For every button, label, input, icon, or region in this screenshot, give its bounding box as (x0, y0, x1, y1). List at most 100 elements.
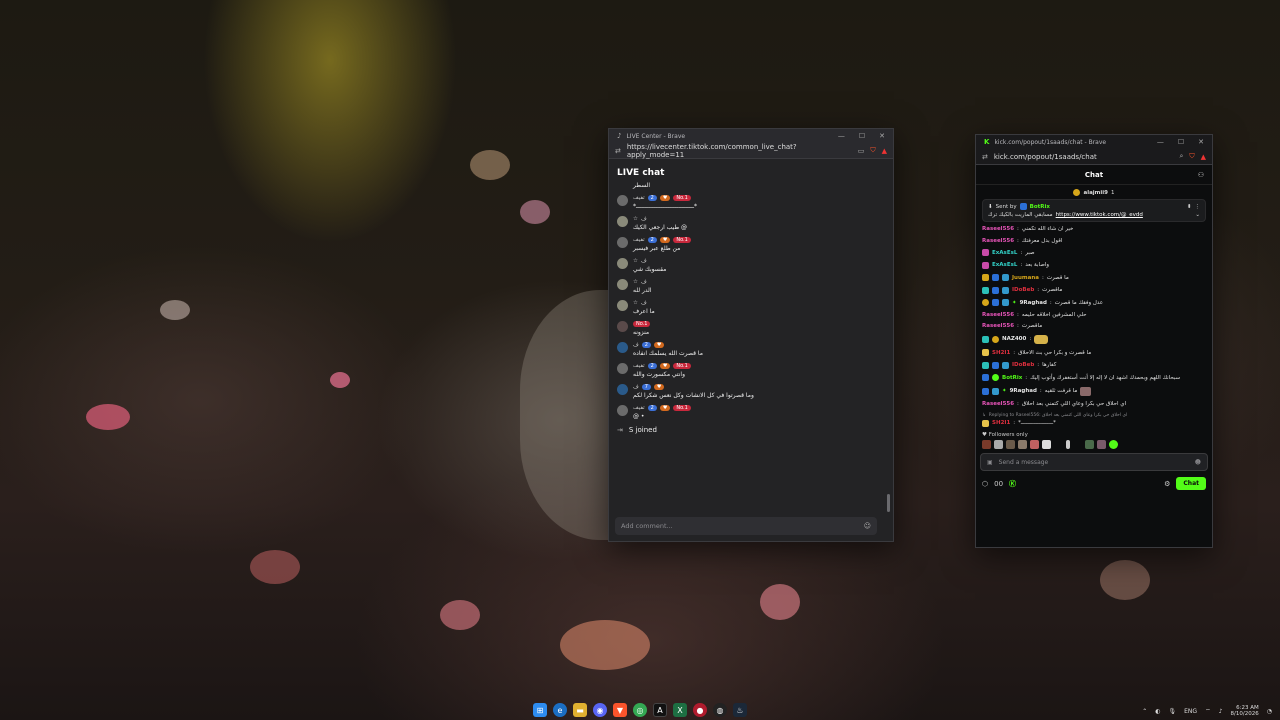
unpin-icon[interactable]: ⬍ (1187, 204, 1192, 210)
username[interactable]: تفيف (633, 405, 645, 411)
avatar[interactable] (617, 258, 628, 269)
chat-send-button[interactable]: Chat (1176, 477, 1206, 490)
settings-gear-icon[interactable]: ⚙ (1164, 480, 1170, 488)
username[interactable]: ExAsEsL (992, 262, 1017, 268)
avatar[interactable] (617, 363, 628, 374)
kick-titlebar[interactable]: K kick.com/popout/1saads/chat - Brave — … (976, 135, 1212, 149)
tiktok-live-window[interactable]: ♪ LIVE Center - Brave — ☐ ✕ ⇄ https://li… (608, 128, 894, 542)
chevron-up-icon[interactable]: ⌃ (1142, 708, 1147, 715)
kick-k-icon[interactable]: Ⓚ (1009, 479, 1016, 489)
emoji-icon[interactable]: ☻ (1195, 459, 1201, 466)
chat-message[interactable]: ExAsEsL: صبر (982, 249, 1206, 256)
kick-chat-window[interactable]: K kick.com/popout/1saads/chat - Brave — … (975, 134, 1213, 548)
emote-icon[interactable] (994, 440, 1003, 449)
emote-icon[interactable] (1006, 440, 1015, 449)
username[interactable]: NAZ400 (1002, 336, 1026, 342)
chat-message[interactable]: ExAsEsL: واصابة بعد (982, 261, 1206, 269)
message-type-icon[interactable]: ▣ (987, 459, 993, 466)
kick-message-list[interactable]: alajmii9 1 ⬇ Sent by BotRix ⬍ ⋮ مسابقي ا… (976, 189, 1212, 449)
chrome-icon[interactable]: ◎ (633, 703, 647, 717)
avatar[interactable] (617, 321, 628, 332)
volume-icon[interactable]: ♪ (1219, 708, 1223, 715)
chat-message[interactable]: Raseel556: اي احلاق حي بكرا وعاي اللي كتم… (982, 401, 1206, 407)
chat-message[interactable]: No.1 منزونه (617, 321, 885, 336)
username[interactable]: ExAsEsL (992, 250, 1017, 256)
avatar[interactable] (617, 279, 628, 290)
minimize-button[interactable]: — (838, 132, 845, 140)
points-icon[interactable]: ⬡ (982, 480, 988, 488)
wifi-icon[interactable]: ⌔ (1205, 707, 1211, 715)
username[interactable]: Raseel556 (982, 323, 1014, 329)
chat-message[interactable]: Raseel556: اقول بدل معرفتك (982, 238, 1206, 244)
username[interactable]: Raseel556 (982, 312, 1014, 318)
site-settings-icon[interactable]: ⇄ (615, 147, 621, 155)
chat-scrollbar[interactable] (887, 494, 890, 512)
username[interactable]: SH2I1 (992, 420, 1010, 426)
chat-message[interactable]: تفيف 2 ♥ No.1 وانتي مكسورت والله (617, 363, 885, 378)
brave-rewards-icon[interactable]: ▲ (882, 147, 887, 155)
username[interactable]: 9Raghad (1010, 388, 1037, 394)
username[interactable]: ف (641, 279, 647, 285)
cast-icon[interactable]: ▭ (858, 147, 865, 155)
chat-message[interactable]: NAZ400: (982, 334, 1206, 344)
chat-message[interactable]: Raseel556: حلي المشرفين اخلاقه حليمه (982, 312, 1206, 318)
close-button[interactable]: ✕ (1198, 138, 1204, 146)
emote-icon[interactable] (1018, 440, 1027, 449)
search-icon[interactable]: ⌕ (1179, 152, 1183, 161)
chat-message[interactable]: ف 7 ♥ وما قصرتوا في كل الانشات وكل نعس شكر… (617, 384, 885, 399)
pinned-message[interactable]: ⬇ Sent by BotRix ⬍ ⋮ مسابقي الماريت بالك… (982, 199, 1206, 222)
avatar[interactable] (617, 405, 628, 416)
emote-icon[interactable] (1085, 440, 1094, 449)
username[interactable]: ف (641, 216, 647, 222)
tiktok-url[interactable]: https://livecenter.tiktok.com/common_liv… (627, 143, 852, 159)
chat-message[interactable]: ✦ 9Raghad: عدل وفقك ما قصرت (982, 299, 1206, 306)
emote-bar[interactable] (982, 440, 1206, 449)
username[interactable]: Raseel556 (982, 238, 1014, 244)
chat-message[interactable]: ☆ ف طيب ارجعي الكيك @ (617, 216, 885, 231)
chat-message[interactable]: ☆ ف الدر لله (617, 279, 885, 294)
emote-icon[interactable] (1073, 440, 1082, 449)
emote-icon[interactable] (1066, 440, 1070, 449)
username[interactable]: ف (641, 258, 647, 264)
app-icon[interactable]: ● (693, 703, 707, 717)
capcut-icon[interactable]: A (653, 703, 667, 717)
chat-message[interactable]: SH2I1: *ــــــــــــــــــــ* (982, 419, 1206, 427)
username[interactable]: IDoBeb (1012, 362, 1034, 368)
windows-start-icon[interactable]: ⊞ (533, 703, 547, 717)
comment-input[interactable]: Add comment... ☺ (615, 517, 877, 535)
send-message-input[interactable]: ▣ Send a message ☻ (980, 453, 1208, 471)
chat-message[interactable]: Raseel556: ماقصرت (982, 323, 1206, 329)
username[interactable]: Juumana (1012, 275, 1039, 281)
emote-icon[interactable] (1042, 440, 1051, 449)
tray-app-icon[interactable]: ◐ (1155, 708, 1160, 715)
avatar[interactable] (617, 237, 628, 248)
brave-shield-icon[interactable]: ⛉ (1189, 152, 1194, 161)
discord-icon[interactable]: ◉ (593, 703, 607, 717)
chat-message[interactable]: تفيف 2 ♥ No.1 من طلع عبر فيسبر (617, 237, 885, 252)
username[interactable]: SH2I1 (992, 350, 1010, 356)
username[interactable]: 9Raghad (1020, 300, 1047, 306)
microphone-icon[interactable]: 🎙 (1169, 708, 1177, 715)
tiktok-message-list[interactable]: السطر تفيف 2 ♥ No.1 *ــــــــــــــــــــــ… (609, 182, 893, 434)
maximize-button[interactable]: ☐ (859, 132, 865, 140)
file-explorer-icon[interactable]: ▬ (573, 703, 587, 717)
minimize-button[interactable]: — (1157, 138, 1164, 146)
excel-icon[interactable]: X (673, 703, 687, 717)
username[interactable]: ف (633, 342, 639, 348)
username[interactable]: تفيف (633, 195, 645, 201)
brave-shield-icon[interactable]: ⛉ (870, 146, 875, 155)
close-button[interactable]: ✕ (879, 132, 885, 140)
avatar[interactable] (617, 300, 628, 311)
brave-rewards-icon[interactable]: ▲ (1201, 153, 1206, 161)
emote-icon[interactable] (1030, 440, 1039, 449)
kick-url[interactable]: kick.com/popout/1saads/chat (994, 153, 1174, 161)
avatar[interactable] (617, 342, 628, 353)
brave-browser-icon[interactable]: ▼ (613, 703, 627, 717)
emote-icon[interactable] (982, 440, 991, 449)
chat-message[interactable]: ف 2 ♥ ما قصرت الله يسلمك انفاده (617, 342, 885, 357)
emote-icon[interactable] (1109, 440, 1118, 449)
pinned-link[interactable]: https://www.tiktok.com/@_evdd (1056, 212, 1143, 218)
username[interactable]: Raseel556 (982, 401, 1014, 407)
edge-browser-icon[interactable]: e (553, 703, 567, 717)
maximize-button[interactable]: ☐ (1178, 138, 1184, 146)
